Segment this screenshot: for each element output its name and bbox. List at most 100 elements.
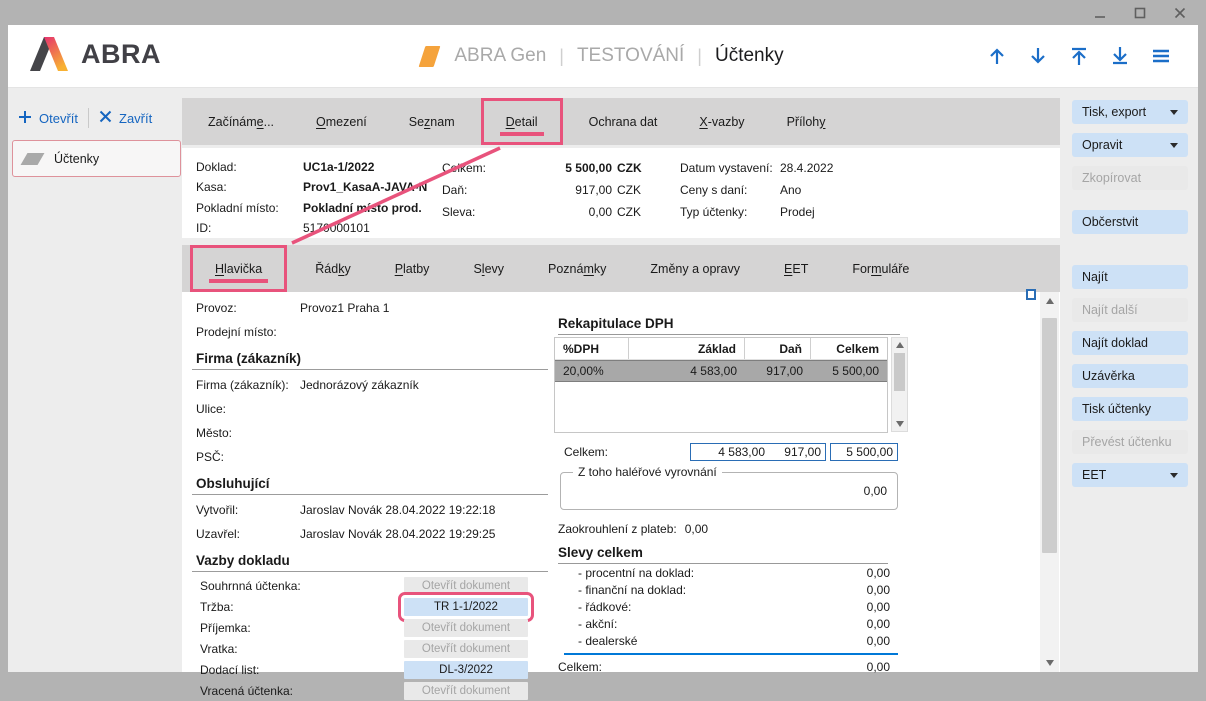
dodaci-list-document-button[interactable]: DL-3/2022 <box>404 661 528 679</box>
scroll-up-icon[interactable] <box>896 342 904 348</box>
maximize-button[interactable] <box>1132 5 1148 21</box>
button-opravit[interactable]: Opravit <box>1072 133 1188 157</box>
tab-ochrana-dat[interactable]: Ochrana dat <box>573 98 674 145</box>
tab-seznam[interactable]: Seznam <box>393 98 471 145</box>
tab-zaciname[interactable]: Začínáme... <box>192 98 290 145</box>
scroll-down-icon[interactable] <box>1040 654 1059 672</box>
column-header: Celkem <box>811 338 887 359</box>
button-najit-doklad[interactable]: Najít doklad <box>1072 331 1188 355</box>
sidebar-item-uctenky[interactable]: Účtenky <box>12 140 181 177</box>
tab-omezeni[interactable]: Omezení <box>300 98 383 145</box>
scroll-thumb[interactable] <box>894 353 905 391</box>
close-button[interactable] <box>1172 5 1188 21</box>
provoz-value: Provoz1 Praha 1 <box>300 301 389 315</box>
field-label: Vytvořil: <box>196 503 300 517</box>
subtab-hlavicka[interactable]: Hlavička <box>190 245 287 292</box>
button-zkopirovat[interactable]: Zkopírovat <box>1072 166 1188 190</box>
open-document-button[interactable]: Otevřít dokument <box>404 640 528 658</box>
currency: CZK <box>617 161 642 175</box>
breadcrumb-app: ABRA Gen <box>454 45 546 67</box>
section-header-slevy: Slevy celkem <box>558 545 888 564</box>
open-button[interactable]: Otevřít <box>18 110 78 127</box>
button-obcerstvit[interactable]: Občerstvit <box>1072 210 1188 234</box>
subtab-slevy[interactable]: Slevy <box>457 245 520 292</box>
field-label: Provoz: <box>196 301 300 315</box>
tab-x-vazby[interactable]: X-vazby <box>683 98 760 145</box>
close-tab-button[interactable]: Zavřít <box>99 110 152 126</box>
section-header-firma: Firma (zákazník) <box>192 348 548 370</box>
field-label: Ulice: <box>196 402 300 416</box>
scroll-up-icon[interactable] <box>1040 292 1059 310</box>
button-tisk-export[interactable]: Tisk, export <box>1072 100 1188 124</box>
button-najit[interactable]: Najít <box>1072 265 1188 289</box>
left-panel: Otevřít Zavřít Účtenky <box>8 88 182 672</box>
currency: CZK <box>617 205 641 219</box>
discount-value: 0,00 <box>494 205 612 219</box>
menu-icon[interactable] <box>1150 45 1172 67</box>
totals-base-tax-field: 4 583,00 917,00 <box>690 443 826 461</box>
scroll-track[interactable] <box>1040 310 1059 654</box>
totals-label: Celkem: <box>564 445 608 459</box>
dph-tax: 917,00 <box>745 361 811 381</box>
uzavrel-value: Jaroslav Novák 28.04.2022 19:29:25 <box>300 527 495 541</box>
field-label: Souhrnná účtenka: <box>196 579 404 593</box>
field-label: Vracená účtenka: <box>196 684 404 698</box>
open-document-button[interactable]: Otevřít dokument <box>404 682 528 700</box>
dph-table-scrollbar[interactable] <box>891 337 908 432</box>
slevy-value: 0,00 <box>820 600 898 614</box>
dph-rate: 20,00% <box>555 361 629 381</box>
scroll-thumb[interactable] <box>1042 318 1057 553</box>
breadcrumb-environment: TESTOVÁNÍ <box>577 45 684 67</box>
slevy-value: 0,00 <box>820 634 898 648</box>
field-label: Firma (zákazník): <box>196 378 300 392</box>
subtab-radky[interactable]: Řádky <box>299 245 366 292</box>
subtab-zmeny-a-opravy[interactable]: Změny a opravy <box>634 245 756 292</box>
button-uzaverka[interactable]: Uzávěrka <box>1072 364 1188 388</box>
subtab-platby[interactable]: Platby <box>379 245 446 292</box>
field-label: Pokladní místo: <box>196 201 303 215</box>
dph-base: 4 583,00 <box>629 361 745 381</box>
next-record-icon[interactable] <box>1027 45 1049 67</box>
content-scrollbar[interactable] <box>1040 292 1059 672</box>
field-label: Vratka: <box>196 642 404 656</box>
button-tisk-uctenky[interactable]: Tisk účtenky <box>1072 397 1188 421</box>
close-icon <box>99 110 112 126</box>
detail-right-column: Rekapitulace DPH %DPH Základ Daň Celkem … <box>554 292 910 672</box>
minimize-button[interactable] <box>1092 5 1108 21</box>
firma-value: Jednorázový zákazník <box>300 378 419 392</box>
button-prevest-uctenku[interactable]: Převést účtenku <box>1072 430 1188 454</box>
total-value: 5 500,00 <box>494 161 612 175</box>
button-eet[interactable]: EET <box>1072 463 1188 487</box>
slevy-value: 0,00 <box>820 617 898 631</box>
tab-detail[interactable]: Detail <box>481 98 563 145</box>
open-document-button[interactable]: Otevřít dokument <box>404 619 528 637</box>
subtab-formulare[interactable]: Formuláře <box>836 245 925 292</box>
totals-total: 5 500,00 <box>846 445 893 459</box>
chevron-down-icon <box>1170 473 1178 478</box>
column-header: Základ <box>629 338 745 359</box>
tab-prilohy[interactable]: Přílohy <box>771 98 842 145</box>
subtab-poznamky[interactable]: Poznámky <box>532 245 622 292</box>
table-row[interactable]: 20,00% 4 583,00 917,00 5 500,00 <box>555 360 887 382</box>
slevy-section: Slevy celkem - procentní na doklad:0,00 … <box>554 545 910 678</box>
first-record-icon[interactable] <box>1068 45 1090 67</box>
detail-content: Provoz:Provoz1 Praha 1 Prodejní místo: F… <box>182 292 1060 672</box>
open-document-button[interactable]: Otevřít dokument <box>404 577 528 595</box>
previous-record-icon[interactable] <box>986 45 1008 67</box>
subtab-eet[interactable]: EET <box>768 245 824 292</box>
vytvoril-value: Jaroslav Novák 28.04.2022 19:22:18 <box>300 503 495 517</box>
last-record-icon[interactable] <box>1109 45 1131 67</box>
open-button-label: Otevřít <box>39 111 78 126</box>
dock-icon[interactable] <box>1026 289 1036 300</box>
document-info-panel: Doklad:UC1a-1/2022 Kasa:Prov1_KasaA-JAVA… <box>182 148 1060 238</box>
chevron-down-icon <box>1170 143 1178 148</box>
trzba-document-button[interactable]: TR 1-1/2022 <box>404 598 528 616</box>
rounding-label: Zaokrouhlení z plateb: <box>558 522 677 536</box>
section-header-vazby: Vazby dokladu <box>192 550 548 572</box>
button-najit-dalsi[interactable]: Najít další <box>1072 298 1188 322</box>
field-label: Uzavřel: <box>196 527 300 541</box>
field-label: Doklad: <box>196 160 303 174</box>
plus-icon <box>18 110 32 127</box>
scroll-down-icon[interactable] <box>896 421 904 427</box>
rounding-row: Zaokrouhlení z plateb: 0,00 <box>558 522 910 536</box>
